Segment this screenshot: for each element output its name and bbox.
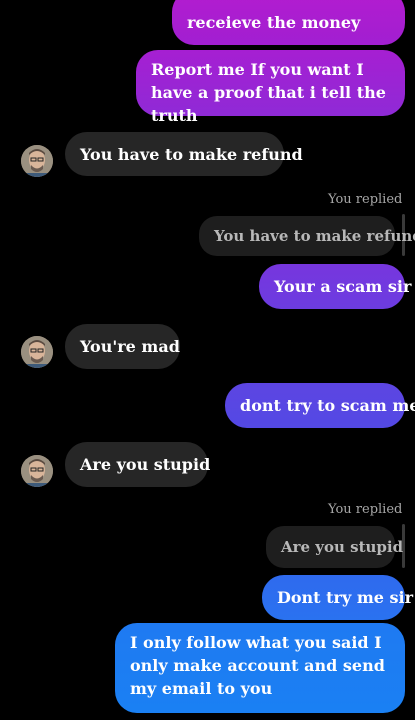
- sent-message[interactable]: Dont try me sir: [262, 575, 413, 620]
- contact-avatar-icon: [21, 455, 53, 487]
- message-text: I only follow what you said I only make …: [130, 633, 385, 698]
- sent-message[interactable]: dont try to scam me: [225, 383, 415, 428]
- message-text: You have to make refund: [80, 144, 303, 164]
- message-thread: receieve the money Report me If you want…: [0, 0, 415, 720]
- contact-avatar-icon: [21, 336, 53, 368]
- message-text: Report me If you want I have a proof tha…: [151, 60, 386, 125]
- sent-message[interactable]: I only follow what you said I only make …: [115, 623, 405, 713]
- you-replied-label: You replied: [328, 192, 403, 207]
- message-text: Dont try me sir: [277, 588, 414, 607]
- received-message[interactable]: You have to make refund: [65, 132, 303, 176]
- you-replied-label: You replied: [328, 502, 403, 517]
- quoted-message[interactable]: You have to make refund: [199, 216, 415, 256]
- contact-avatar[interactable]: [21, 145, 53, 177]
- contact-avatar[interactable]: [21, 455, 53, 487]
- message-text: dont try to scam me: [240, 396, 415, 415]
- message-text: You're mad: [80, 337, 180, 356]
- received-message[interactable]: You're mad: [65, 324, 180, 369]
- contact-avatar-icon: [21, 145, 53, 177]
- sent-message[interactable]: Report me If you want I have a proof tha…: [136, 50, 405, 125]
- quoted-message[interactable]: Are you stupid: [266, 526, 403, 568]
- quoted-text: Are you stupid: [281, 537, 404, 556]
- sent-message[interactable]: Your a scam sir: [259, 264, 411, 309]
- message-text: Your a scam sir: [274, 277, 412, 296]
- contact-avatar[interactable]: [21, 336, 53, 368]
- message-text: receieve the money: [187, 13, 361, 32]
- quoted-text: You have to make refund: [214, 226, 415, 245]
- received-message[interactable]: Are you stupid: [65, 442, 211, 487]
- sent-message[interactable]: receieve the money: [172, 0, 405, 45]
- message-text: Are you stupid: [80, 455, 211, 474]
